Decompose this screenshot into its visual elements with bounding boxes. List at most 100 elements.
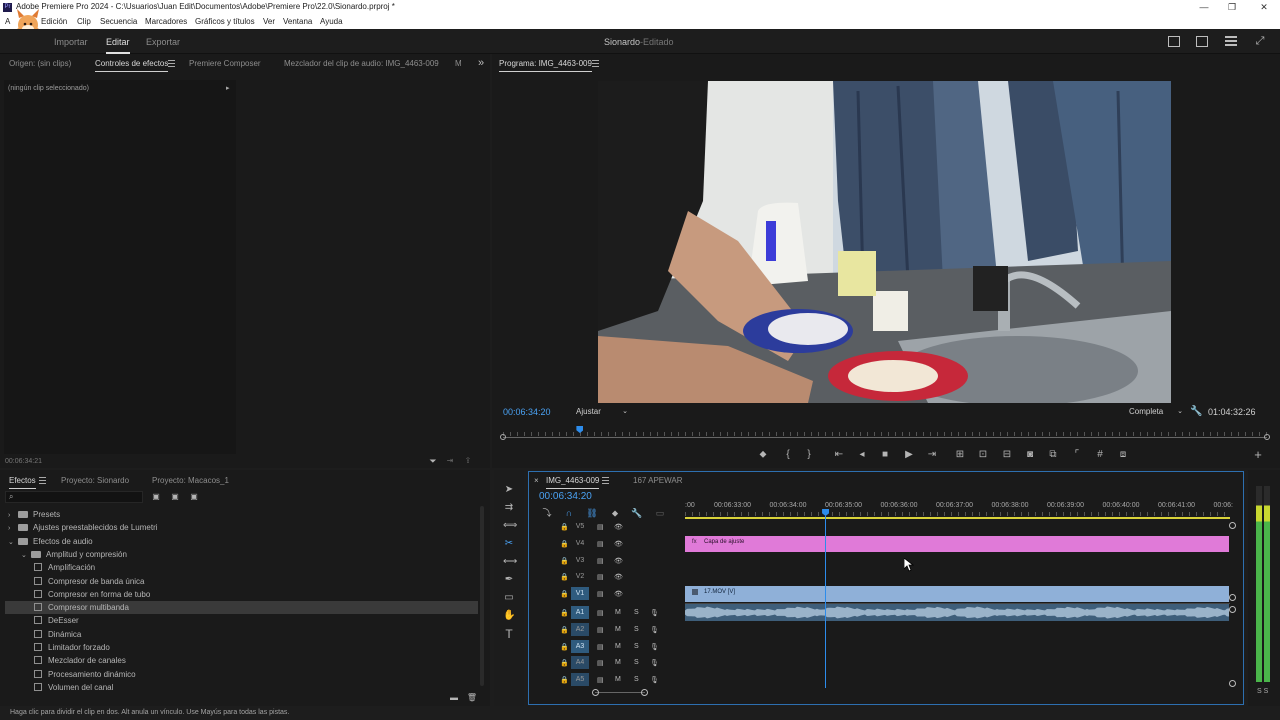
tab-editar[interactable]: Editar: [106, 37, 130, 54]
track-name[interactable]: V5: [571, 520, 589, 533]
slip-tool-icon[interactable]: ⟷: [503, 556, 517, 568]
solo-button[interactable]: S: [634, 609, 639, 616]
go-to-in-icon[interactable]: ⇤: [833, 449, 845, 461]
tab-importar[interactable]: Importar: [54, 37, 88, 47]
track-name[interactable]: V2: [571, 570, 589, 583]
chevron-down-icon[interactable]: ⌄: [21, 551, 31, 559]
track-sync-icon[interactable]: ▤: [597, 590, 604, 598]
fit-dropdown[interactable]: Ajustar ⌄: [576, 407, 630, 418]
effects-scrollbar[interactable]: [480, 506, 484, 686]
menu-graficos[interactable]: Gráficos y títulos: [195, 17, 255, 26]
track-eye-icon[interactable]: 👁: [614, 557, 623, 565]
a-scroll-handle[interactable]: [1229, 606, 1236, 613]
menu-secuencia[interactable]: Secuencia: [100, 17, 137, 26]
new-bin-icon[interactable]: ▬: [448, 692, 460, 704]
v-scroll-mid-handle[interactable]: [1229, 594, 1236, 601]
track-lock-icon[interactable]: 🔒: [560, 643, 569, 651]
go-to-out-icon[interactable]: ⇥: [926, 449, 938, 461]
tab-exportar[interactable]: Exportar: [146, 37, 180, 47]
menu-ayuda[interactable]: Ayuda: [320, 17, 343, 26]
track-eye-icon[interactable]: 👁: [614, 590, 623, 598]
track-name[interactable]: A3: [571, 640, 589, 653]
mute-button[interactable]: M: [615, 676, 621, 683]
tab-origen[interactable]: Origen: (sin clips): [9, 59, 71, 68]
mark-in-icon[interactable]: {: [782, 449, 794, 461]
track-sync-icon[interactable]: ▤: [597, 643, 604, 651]
track-sync-icon[interactable]: ▤: [597, 626, 604, 634]
tree-effect-item[interactable]: Compresor de banda única: [34, 576, 145, 586]
timeline-settings-icon[interactable]: 🔧: [631, 507, 643, 519]
quality-dropdown[interactable]: Completa ⌄: [1129, 407, 1183, 418]
mute-button[interactable]: M: [615, 643, 621, 650]
export-frame-camera-icon[interactable]: ◙: [1024, 449, 1036, 461]
32bit-effects-icon[interactable]: ▣: [169, 491, 181, 503]
voiceover-mic-icon[interactable]: 🎙: [650, 676, 659, 684]
track-eye-icon[interactable]: 👁: [614, 540, 623, 548]
yuv-effects-icon[interactable]: ▣: [188, 491, 200, 503]
track-name[interactable]: V1: [571, 587, 589, 600]
effects-search-input[interactable]: ⌕: [5, 491, 143, 503]
add-button-icon[interactable]: +: [1252, 448, 1264, 461]
panel-overflow-icon[interactable]: »: [478, 57, 484, 69]
hand-tool-icon[interactable]: ✋: [503, 610, 515, 622]
insert-icon[interactable]: ⊞: [954, 449, 966, 461]
track-name[interactable]: A2: [571, 623, 589, 636]
track-sync-icon[interactable]: ▤: [597, 540, 604, 548]
mute-button[interactable]: M: [615, 609, 621, 616]
track-lock-icon[interactable]: 🔒: [560, 540, 569, 548]
adjustment-layer-clip[interactable]: fx Capa de ajuste: [685, 536, 1229, 552]
rectangle-tool-icon[interactable]: ▭: [503, 592, 515, 604]
grid-icon[interactable]: #: [1094, 449, 1106, 461]
compare-icon[interactable]: ⧉: [1047, 449, 1059, 461]
tab-mezclador-clip-audio[interactable]: Mezclador del clip de audio: IMG_4463-00…: [284, 59, 439, 68]
program-title[interactable]: Programa: IMG_4463-009: [499, 59, 592, 72]
tree-folder[interactable]: › Ajustes preestablecidos de Lumetri: [8, 523, 158, 532]
track-name[interactable]: V4: [571, 537, 589, 550]
snap-icon[interactable]: ∩: [563, 507, 575, 519]
add-marker-timeline-icon[interactable]: ⬥: [609, 507, 621, 519]
lift-icon[interactable]: ⊟: [1001, 449, 1013, 461]
program-scrub-bar[interactable]: [500, 426, 1270, 442]
scrub-start-handle[interactable]: [500, 434, 506, 440]
add-marker-icon[interactable]: ⬥: [757, 449, 769, 461]
stop-icon[interactable]: ■: [879, 449, 891, 461]
tab-metadata[interactable]: M: [455, 59, 462, 68]
workspace-menu-icon[interactable]: [1225, 36, 1237, 46]
captions-icon[interactable]: ▭: [654, 507, 666, 519]
track-eye-icon[interactable]: 👁: [614, 523, 623, 531]
chevron-right-icon[interactable]: ›: [8, 512, 18, 519]
timeline-close-icon[interactable]: ×: [534, 476, 539, 485]
menu-marcadores[interactable]: Marcadores: [145, 17, 187, 26]
solo-button[interactable]: S: [634, 659, 639, 666]
tree-folder[interactable]: ⌄ Amplitud y compresión: [21, 550, 127, 559]
zoom-left-handle[interactable]: [592, 689, 599, 696]
linked-selection-icon[interactable]: ⛓: [586, 507, 598, 519]
filter-icon[interactable]: ⏷: [427, 455, 439, 467]
step-back-icon[interactable]: ◂: [856, 449, 868, 461]
type-tool-icon[interactable]: T: [503, 628, 515, 640]
track-lock-icon[interactable]: 🔒: [560, 676, 569, 684]
track-select-tool-icon[interactable]: ⇉: [503, 502, 515, 514]
tree-folder[interactable]: › Presets: [8, 510, 60, 519]
vr-icon[interactable]: ⧈: [1117, 449, 1129, 461]
scrub-end-handle[interactable]: [1264, 434, 1270, 440]
tree-effect-item[interactable]: Procesamiento dinámico: [34, 669, 136, 679]
track-lock-icon[interactable]: 🔒: [560, 573, 569, 581]
delete-icon[interactable]: 🗑: [466, 692, 478, 704]
accelerated-effects-icon[interactable]: ▣: [150, 491, 162, 503]
mark-out-icon[interactable]: }: [803, 449, 815, 461]
voiceover-mic-icon[interactable]: 🎙: [650, 643, 659, 651]
mute-button[interactable]: M: [615, 659, 621, 666]
zoom-scrollbar[interactable]: [595, 692, 645, 693]
track-sync-icon[interactable]: ▤: [597, 609, 604, 617]
tree-folder[interactable]: ⌄ Efectos de audio: [8, 537, 93, 546]
tree-effect-item[interactable]: Amplificación: [34, 563, 95, 572]
track-lock-icon[interactable]: 🔒: [560, 626, 569, 634]
track-sync-icon[interactable]: ▤: [597, 523, 604, 531]
track-lock-icon[interactable]: 🔒: [560, 609, 569, 617]
safe-margins-icon[interactable]: ⌜: [1071, 449, 1083, 461]
menu-clip[interactable]: Clip: [77, 17, 91, 26]
wrench-icon[interactable]: 🔧: [1190, 406, 1202, 418]
fullscreen-icon[interactable]: ⤢: [1254, 35, 1266, 47]
a-scroll-bottom-handle[interactable]: [1229, 680, 1236, 687]
